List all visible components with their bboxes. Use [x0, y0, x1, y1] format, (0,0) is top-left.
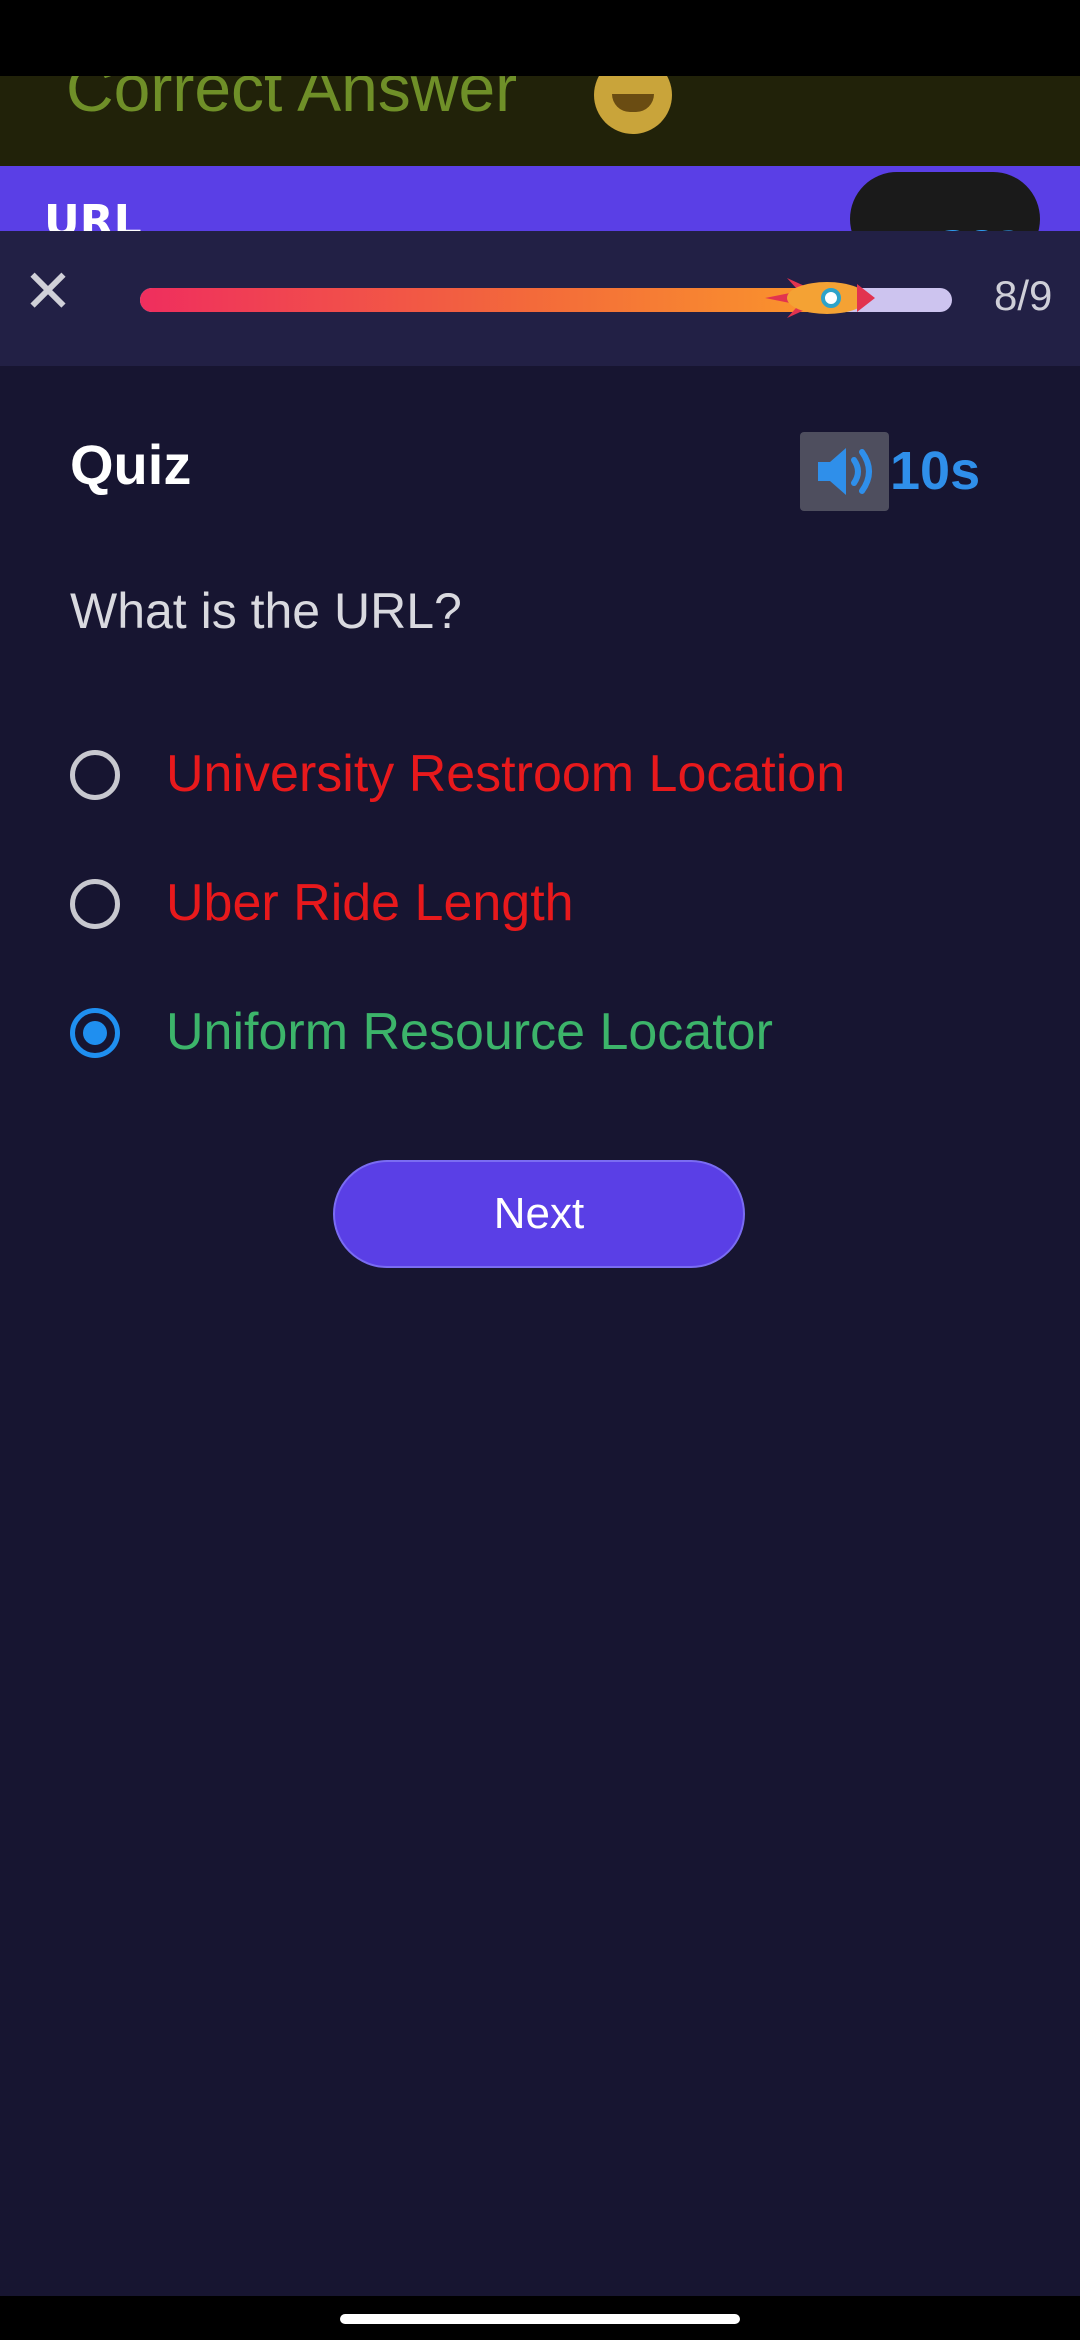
answer-label: Uber Ride Length — [166, 874, 574, 932]
points-badge[interactable]: 382 — [850, 172, 1040, 231]
rocket-icon — [765, 278, 875, 318]
toast-message: Correct Answer — [66, 76, 518, 125]
radio-button[interactable] — [70, 879, 120, 929]
status-bar — [0, 0, 1080, 76]
progress-fill — [140, 288, 855, 312]
next-button[interactable]: Next — [333, 1160, 745, 1268]
answer-label: University Restroom Location — [166, 745, 846, 803]
answer-label: Uniform Resource Locator — [166, 1003, 773, 1061]
speaker-icon — [818, 448, 872, 495]
points-value: 382 — [940, 224, 1024, 231]
smiling-face-icon — [594, 76, 672, 134]
answer-option-2[interactable]: Uber Ride Length — [70, 873, 1030, 943]
header-title: URL — [44, 196, 142, 231]
quiz-title: Quiz — [70, 433, 192, 496]
correct-answer-toast: Correct Answer — [0, 76, 1080, 166]
question-counter: 8/9 — [994, 272, 1053, 319]
question-text: What is the URL? — [70, 583, 462, 639]
close-icon[interactable]: ✕ — [18, 262, 78, 322]
countdown-timer: 10s — [890, 441, 981, 501]
radio-button-selected[interactable] — [70, 1008, 120, 1058]
answer-option-1[interactable]: University Restroom Location — [70, 744, 1030, 814]
answer-option-3[interactable]: Uniform Resource Locator — [70, 1002, 1030, 1072]
audio-button[interactable] — [800, 432, 889, 511]
home-indicator[interactable] — [340, 2314, 740, 2324]
radio-button[interactable] — [70, 750, 120, 800]
